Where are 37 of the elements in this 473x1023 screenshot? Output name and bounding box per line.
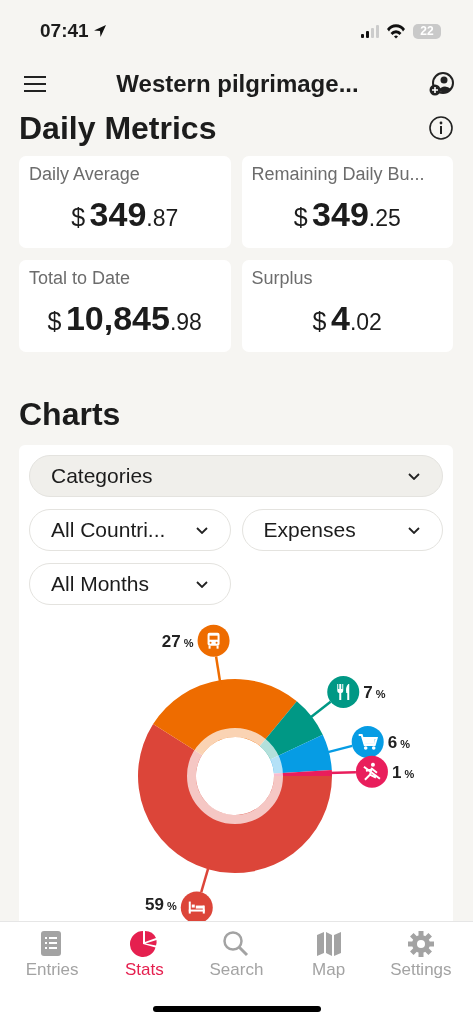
metric-value: $349.25 — [292, 195, 402, 234]
location-arrow-icon — [92, 24, 107, 38]
filter-dropdown[interactable]: Expenses — [241, 509, 443, 551]
section-title: Charts — [19, 395, 122, 434]
percent-label: 59 % — [145, 894, 177, 914]
chevron-down-icon — [408, 472, 420, 480]
percent-label: 27 % — [161, 631, 194, 651]
add-person-icon[interactable] — [429, 72, 455, 96]
metric-value: $10,845.98 — [46, 299, 203, 338]
percent-label: 7 % — [363, 683, 386, 703]
metric-value: $4.02 — [311, 299, 383, 338]
filter-dropdown[interactable]: All Countri... — [29, 509, 231, 551]
tab-bar-item[interactable]: Stats — [99, 930, 190, 980]
trip-title[interactable]: Western pilgrimage... — [46, 70, 429, 98]
percent-label: 6 % — [387, 732, 410, 752]
chevron-down-icon — [408, 526, 420, 534]
percent-label: 1 % — [391, 762, 415, 782]
chevron-down-icon — [195, 580, 208, 588]
menu-icon[interactable] — [24, 76, 46, 92]
metric-label: Daily Average — [29, 164, 141, 185]
section-title: Daily Metrics — [19, 109, 217, 148]
search-icon — [222, 930, 251, 958]
info-icon[interactable] — [429, 116, 453, 140]
metric-label: Surplus — [251, 268, 314, 289]
clock-time: 07:41 — [40, 20, 89, 42]
filter-dropdown[interactable]: All Months — [29, 563, 231, 605]
pie-chart-icon — [130, 930, 159, 958]
chevron-down-icon — [195, 526, 208, 534]
callout-marker — [307, 676, 360, 720]
settings-icon — [406, 930, 435, 958]
signal-icon — [361, 24, 379, 38]
metric-label: Remaining Daily Bu... — [251, 164, 426, 185]
wifi-icon — [386, 23, 406, 39]
filter-dropdown[interactable]: Categories — [29, 455, 443, 497]
map-icon — [314, 930, 343, 958]
metric-value: $349.87 — [70, 195, 180, 234]
metric-label: Total to Date — [29, 268, 132, 289]
